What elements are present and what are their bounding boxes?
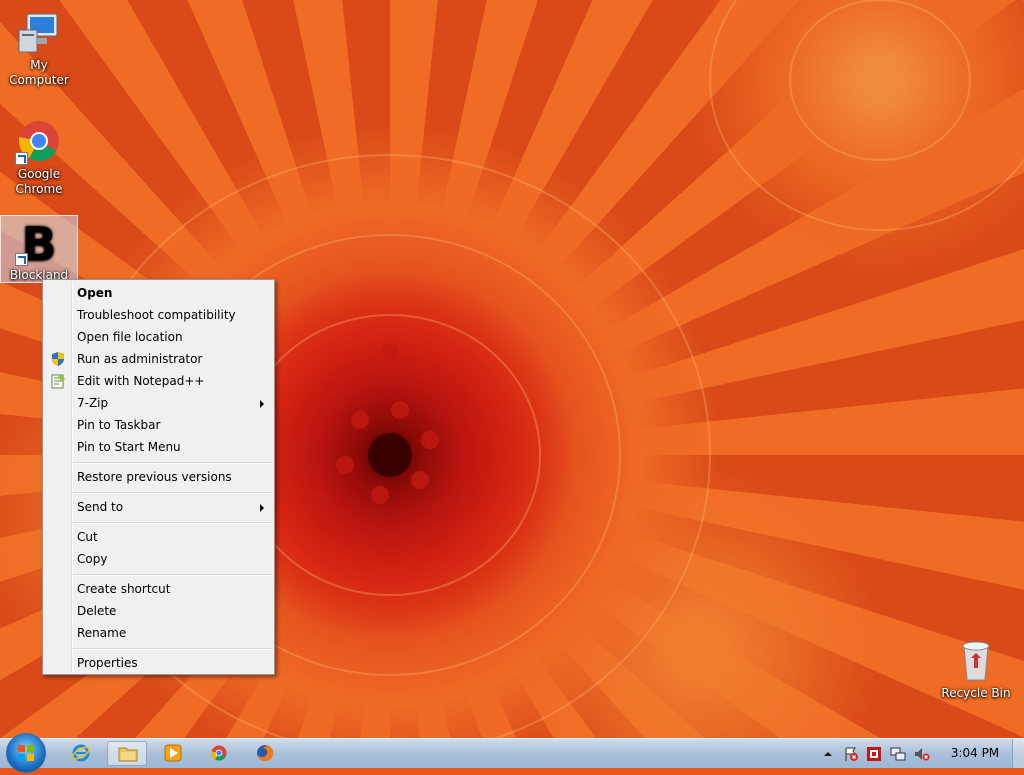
menu-item-label: Cut — [77, 530, 98, 544]
menu-separator — [73, 574, 272, 576]
notepad-icon — [51, 374, 65, 389]
chrome-icon — [211, 745, 227, 761]
menu-item-create-shortcut[interactable]: Create shortcut — [45, 578, 272, 600]
internet-explorer-icon — [72, 744, 90, 762]
desktop-icon-recycle-bin[interactable]: Recycle Bin — [936, 636, 1016, 701]
desktop-icon-label: Google Chrome — [15, 167, 63, 196]
menu-item-label: Restore previous versions — [77, 470, 232, 484]
desktop-icon-label: My Computer — [9, 58, 69, 87]
taskbar-google-chrome[interactable] — [199, 741, 239, 766]
menu-item-label: Delete — [77, 604, 117, 618]
taskbar-firefox[interactable] — [245, 741, 285, 766]
context-menu: Open Troubleshoot compatibility Open fil… — [42, 279, 275, 675]
menu-item-label: 7-Zip — [77, 396, 109, 410]
menu-item-7-zip[interactable]: 7-Zip — [45, 392, 272, 414]
firefox-icon — [257, 744, 274, 761]
desktop-icon-my-computer[interactable]: My Computer — [1, 8, 77, 88]
taskbar-clock[interactable]: 3:04 PM — [944, 739, 1006, 769]
tray-chevron-icon[interactable] — [820, 746, 836, 762]
taskbar-windows-explorer[interactable] — [107, 741, 147, 766]
menu-item-label: Open — [77, 286, 113, 300]
desktop-icon-label: Recycle Bin — [941, 686, 1011, 700]
menu-item-label: Create shortcut — [77, 582, 171, 596]
windows-logo-icon — [18, 745, 34, 761]
menu-item-properties[interactable]: Properties — [45, 652, 272, 674]
computer-icon — [15, 8, 63, 56]
taskbar: 3:04 PM — [0, 733, 1024, 773]
submenu-arrow-icon — [260, 504, 264, 512]
menu-item-open-file-location[interactable]: Open file location — [45, 326, 272, 348]
menu-item-copy[interactable]: Copy — [45, 548, 272, 570]
menu-separator — [73, 522, 272, 524]
menu-item-troubleshoot-compatibility[interactable]: Troubleshoot compatibility — [45, 304, 272, 326]
blockland-icon: B — [15, 217, 63, 271]
start-button[interactable] — [6, 733, 46, 773]
shortcut-arrow-icon — [15, 152, 28, 165]
menu-item-label: Copy — [77, 552, 108, 566]
shield-icon — [52, 352, 64, 366]
submenu-arrow-icon — [260, 400, 264, 408]
menu-item-label: Send to — [77, 500, 124, 514]
menu-item-label: Pin to Start Menu — [77, 440, 181, 454]
network-icon[interactable] — [890, 746, 906, 762]
taskbar-media-player[interactable] — [153, 741, 193, 766]
menu-item-label: Properties — [77, 656, 138, 670]
menu-item-label: Edit with Notepad++ — [77, 374, 205, 388]
menu-item-label: Troubleshoot compatibility — [77, 308, 236, 322]
chrome-icon — [15, 117, 63, 165]
tray-app-icon[interactable] — [866, 746, 882, 762]
menu-item-label: Run as administrator — [77, 352, 203, 366]
menu-item-cut[interactable]: Cut — [45, 526, 272, 548]
shortcut-arrow-icon — [15, 253, 28, 266]
show-desktop-button[interactable] — [1012, 739, 1024, 768]
menu-item-restore-previous-versions[interactable]: Restore previous versions — [45, 466, 272, 488]
folder-icon — [118, 747, 138, 762]
desktop-icon-blockland[interactable]: B Blockland — [0, 215, 78, 283]
menu-item-open[interactable]: Open — [45, 282, 272, 304]
menu-item-label: Open file location — [77, 330, 183, 344]
menu-item-label: Rename — [77, 626, 127, 640]
menu-item-delete[interactable]: Delete — [45, 600, 272, 622]
menu-item-label: Pin to Taskbar — [77, 418, 161, 432]
action-center-icon[interactable] — [843, 746, 859, 762]
volume-muted-icon[interactable] — [914, 746, 930, 762]
taskbar-internet-explorer[interactable] — [61, 741, 101, 766]
desktop-icon-google-chrome[interactable]: Google Chrome — [1, 117, 77, 197]
menu-item-edit-with-notepad-plus-plus[interactable]: Edit with Notepad++ — [45, 370, 272, 392]
menu-item-pin-to-taskbar[interactable]: Pin to Taskbar — [45, 414, 272, 436]
menu-item-run-as-administrator[interactable]: Run as administrator — [45, 348, 272, 370]
menu-separator — [73, 648, 272, 650]
menu-separator — [73, 462, 272, 464]
media-player-icon — [164, 744, 182, 762]
menu-item-send-to[interactable]: Send to — [45, 496, 272, 518]
recycle-bin-icon — [952, 636, 1000, 684]
menu-item-pin-to-start-menu[interactable]: Pin to Start Menu — [45, 436, 272, 458]
menu-separator — [73, 492, 272, 494]
menu-item-rename[interactable]: Rename — [45, 622, 272, 644]
